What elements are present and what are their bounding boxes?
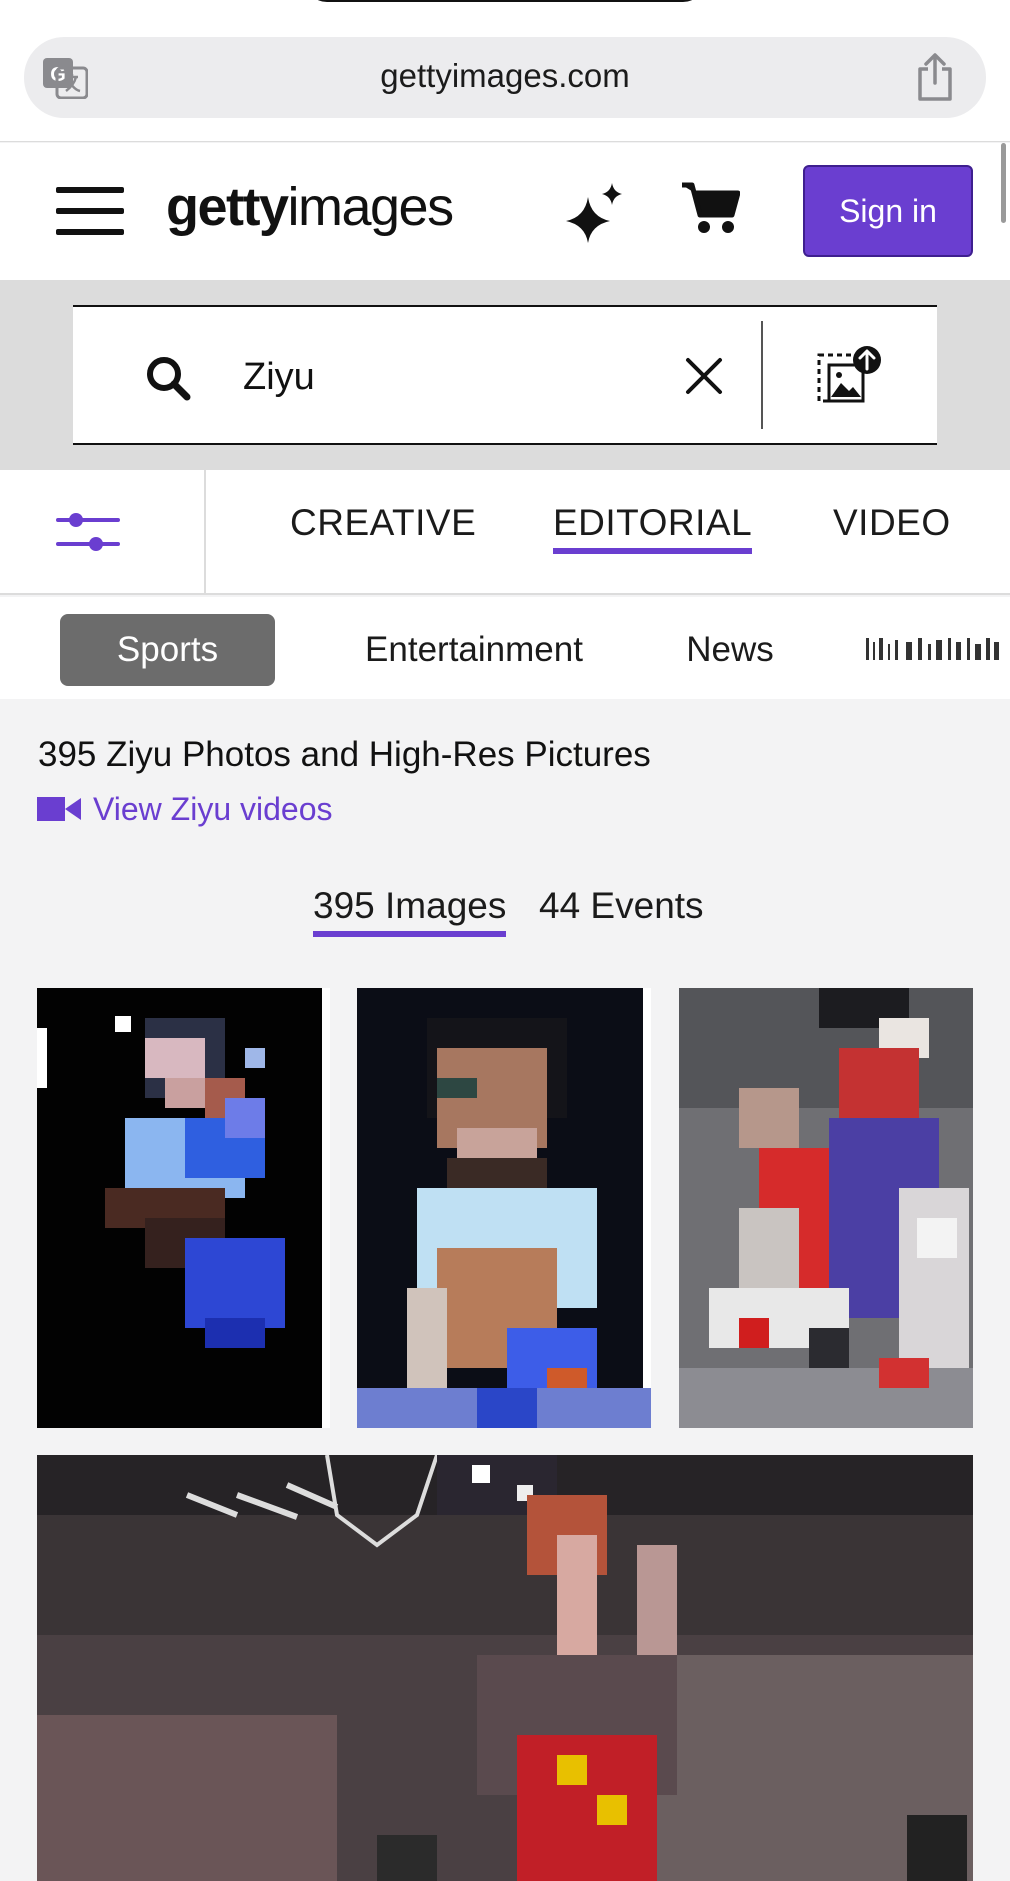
search-section — [0, 280, 1010, 470]
sliders-icon — [56, 513, 120, 551]
results-title: 395 Ziyu Photos and High-Res Pictures — [38, 735, 651, 774]
basketball-arena-rebound-image — [37, 1455, 973, 1881]
address-bar[interactable]: G gettyimages.com — [24, 37, 986, 118]
photo-thumbnail[interactable] — [37, 988, 330, 1428]
athlete-portrait-light-blue-jersey-image — [357, 988, 651, 1428]
image-upload-icon[interactable] — [817, 345, 883, 405]
search-divider — [761, 321, 763, 429]
browser-toolbar: G gettyimages.com — [0, 0, 1010, 142]
tab-events[interactable]: 44 Events — [539, 885, 704, 927]
scroll-indicator — [1001, 143, 1006, 223]
cart-icon[interactable] — [680, 181, 740, 235]
chip-entertainment[interactable]: Entertainment — [354, 614, 594, 686]
chip-news[interactable]: News — [680, 614, 780, 686]
filter-button[interactable] — [0, 470, 206, 593]
hamburger-menu-icon[interactable] — [56, 187, 124, 235]
result-count-tabs: 395 Images 44 Events — [0, 885, 1010, 945]
photo-thumbnail[interactable] — [37, 1455, 973, 1881]
content-type-tabs: CREATIVE EDITORIAL VIDEO — [0, 470, 1010, 595]
basketball-game-red-jersey-image — [679, 988, 973, 1428]
site-header: gettyimages Sign in — [0, 143, 1010, 280]
url-text[interactable]: gettyimages.com — [24, 57, 986, 95]
photo-thumbnail[interactable] — [357, 988, 651, 1428]
device-notch — [305, 0, 705, 2]
search-input[interactable] — [243, 351, 723, 403]
video-camera-icon — [37, 797, 81, 821]
chip-sports[interactable]: Sports — [60, 614, 275, 686]
chip-partial-offscreen[interactable] — [862, 614, 1002, 686]
sign-in-button[interactable]: Sign in — [803, 165, 973, 257]
photo-thumbnail[interactable] — [679, 988, 973, 1428]
share-icon[interactable] — [914, 53, 956, 101]
tab-images[interactable]: 395 Images — [313, 885, 507, 937]
search-icon[interactable] — [145, 355, 191, 401]
getty-images-logo[interactable]: gettyimages — [166, 176, 454, 238]
close-icon[interactable] — [685, 357, 723, 395]
search-box — [73, 305, 937, 445]
tab-creative[interactable]: CREATIVE — [290, 502, 476, 544]
tab-editorial[interactable]: EDITORIAL — [553, 502, 753, 554]
category-chips: Sports Entertainment News — [0, 597, 1010, 699]
sparkle-icon[interactable] — [566, 183, 626, 243]
athlete-portrait-blue-jersey-image — [37, 988, 330, 1428]
tab-video[interactable]: VIDEO — [833, 502, 951, 544]
view-videos-link[interactable]: View Ziyu videos — [37, 789, 333, 829]
view-videos-label[interactable]: View Ziyu videos — [93, 791, 333, 828]
